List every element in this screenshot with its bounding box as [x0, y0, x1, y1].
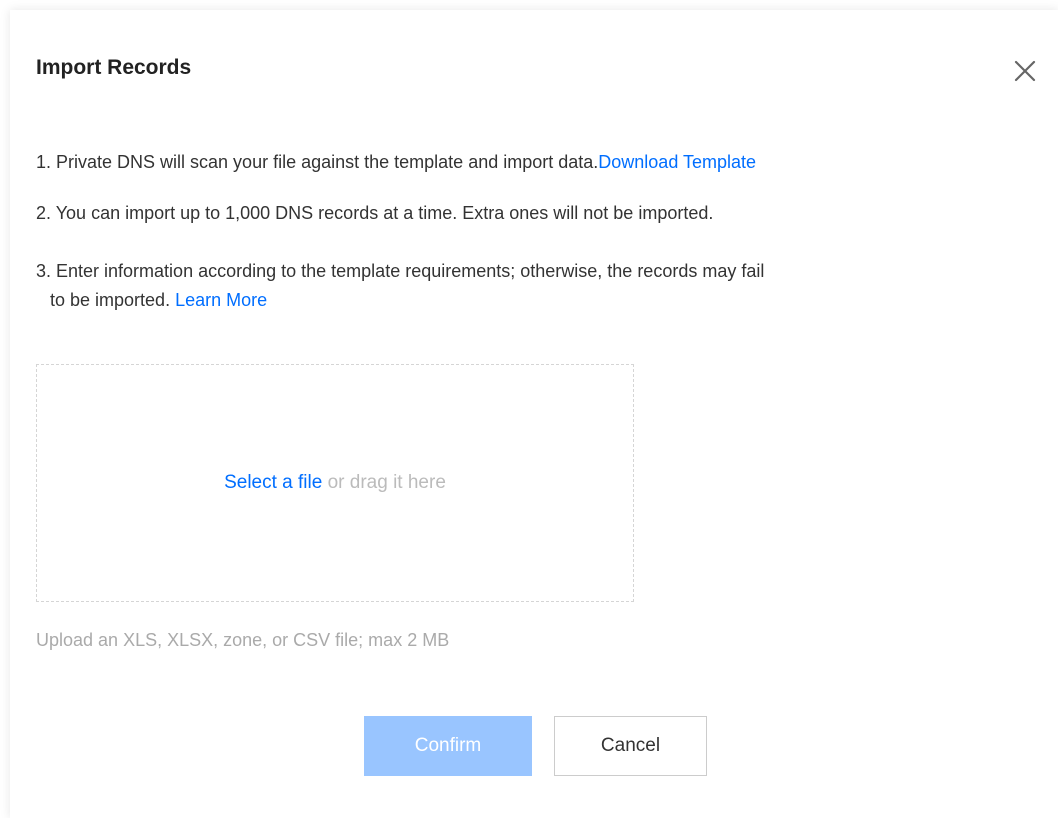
learn-more-link[interactable]: Learn More: [175, 290, 267, 310]
import-records-dialog: Import Records 1. Private DNS will scan …: [10, 10, 1058, 818]
instruction-3-continued-text: to be imported.: [50, 290, 171, 310]
download-template-link[interactable]: Download Template: [598, 152, 756, 172]
upload-hint: Upload an XLS, XLSX, zone, or CSV file; …: [36, 630, 450, 650]
instruction-1-text: 1. Private DNS will scan your file again…: [36, 152, 599, 172]
instruction-3: 3. Enter information according to the te…: [36, 261, 765, 281]
select-file-link[interactable]: Select a file: [224, 472, 322, 494]
close-icon[interactable]: [1012, 58, 1038, 84]
confirm-button[interactable]: Confirm: [364, 716, 532, 776]
instruction-1: 1. Private DNS will scan your file again…: [36, 148, 756, 177]
dialog-title: Import Records: [36, 56, 192, 79]
instruction-2: 2. You can import up to 1,000 DNS record…: [36, 203, 714, 223]
cancel-button[interactable]: Cancel: [554, 716, 707, 776]
file-drop-zone[interactable]: Select a file or drag it here: [36, 364, 634, 602]
instruction-3-continued: to be imported. Learn More: [50, 286, 267, 315]
drag-hint-text: or drag it here: [327, 472, 446, 493]
